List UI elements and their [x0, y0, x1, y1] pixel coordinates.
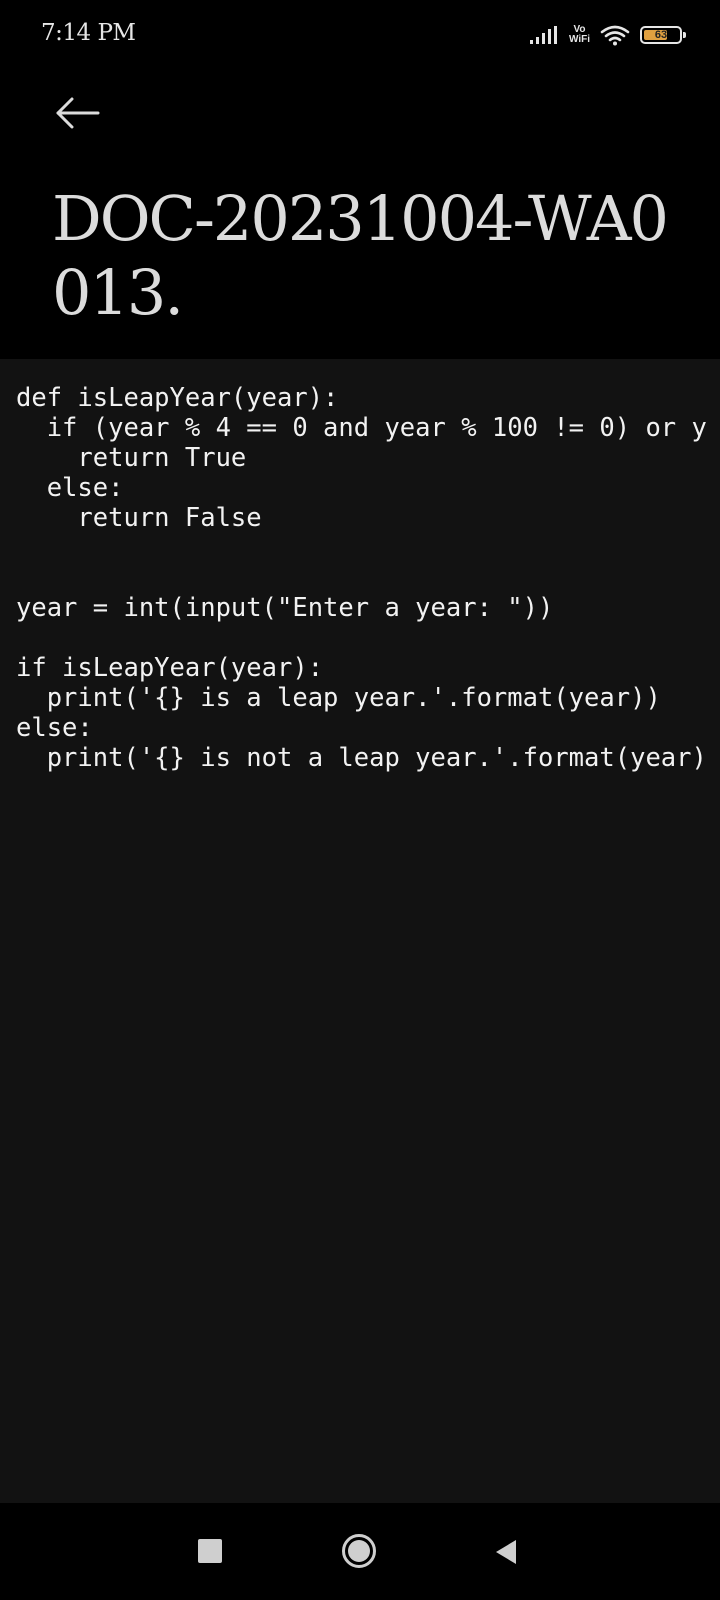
- status-icons: Vo WiFi 63: [529, 22, 686, 48]
- signal-icon: [529, 26, 557, 44]
- arrow-left-icon: [56, 97, 100, 129]
- status-bar: 7:14 PM Vo WiFi 63: [0, 0, 720, 70]
- battery-icon: 63: [640, 26, 686, 44]
- triangle-back-icon: [496, 1540, 516, 1564]
- code-line: if isLeapYear(year):: [16, 653, 324, 683]
- circle-icon: [342, 1534, 376, 1568]
- document-title: DOC-20231004-WA0013.: [52, 182, 669, 329]
- code-line: return False: [16, 503, 262, 533]
- vowifi-icon: Vo WiFi: [569, 25, 590, 45]
- document-content[interactable]: def isLeapYear(year): if (year % 4 == 0 …: [0, 359, 720, 1503]
- recents-button[interactable]: [198, 1539, 222, 1563]
- code-line: def isLeapYear(year):: [16, 383, 339, 413]
- battery-nub: [683, 32, 686, 38]
- code-line: return True: [16, 443, 247, 473]
- code-line: else:: [16, 713, 93, 743]
- nav-back-button[interactable]: [494, 1539, 518, 1565]
- wifi-icon: [600, 25, 630, 46]
- code-line: year = int(input("Enter a year: ")): [16, 593, 554, 623]
- status-time: 7:14 PM: [41, 20, 136, 46]
- code-line: print('{} is not a leap year.'.format(ye…: [16, 743, 707, 773]
- code-line: else:: [16, 473, 124, 503]
- code-block: def isLeapYear(year): if (year % 4 == 0 …: [16, 383, 707, 773]
- code-line: print('{} is a leap year.'.format(year)): [16, 683, 661, 713]
- code-line: if (year % 4 == 0 and year % 100 != 0) o…: [16, 413, 707, 443]
- vowifi-bottom-text: WiFi: [568, 34, 590, 45]
- back-button[interactable]: [52, 88, 104, 140]
- home-button[interactable]: [341, 1533, 377, 1569]
- screen: 7:14 PM Vo WiFi 63 DOC-20231004-WA0013. …: [0, 0, 720, 1600]
- navigation-bar: [0, 1503, 720, 1600]
- battery-level: 63: [654, 29, 668, 41]
